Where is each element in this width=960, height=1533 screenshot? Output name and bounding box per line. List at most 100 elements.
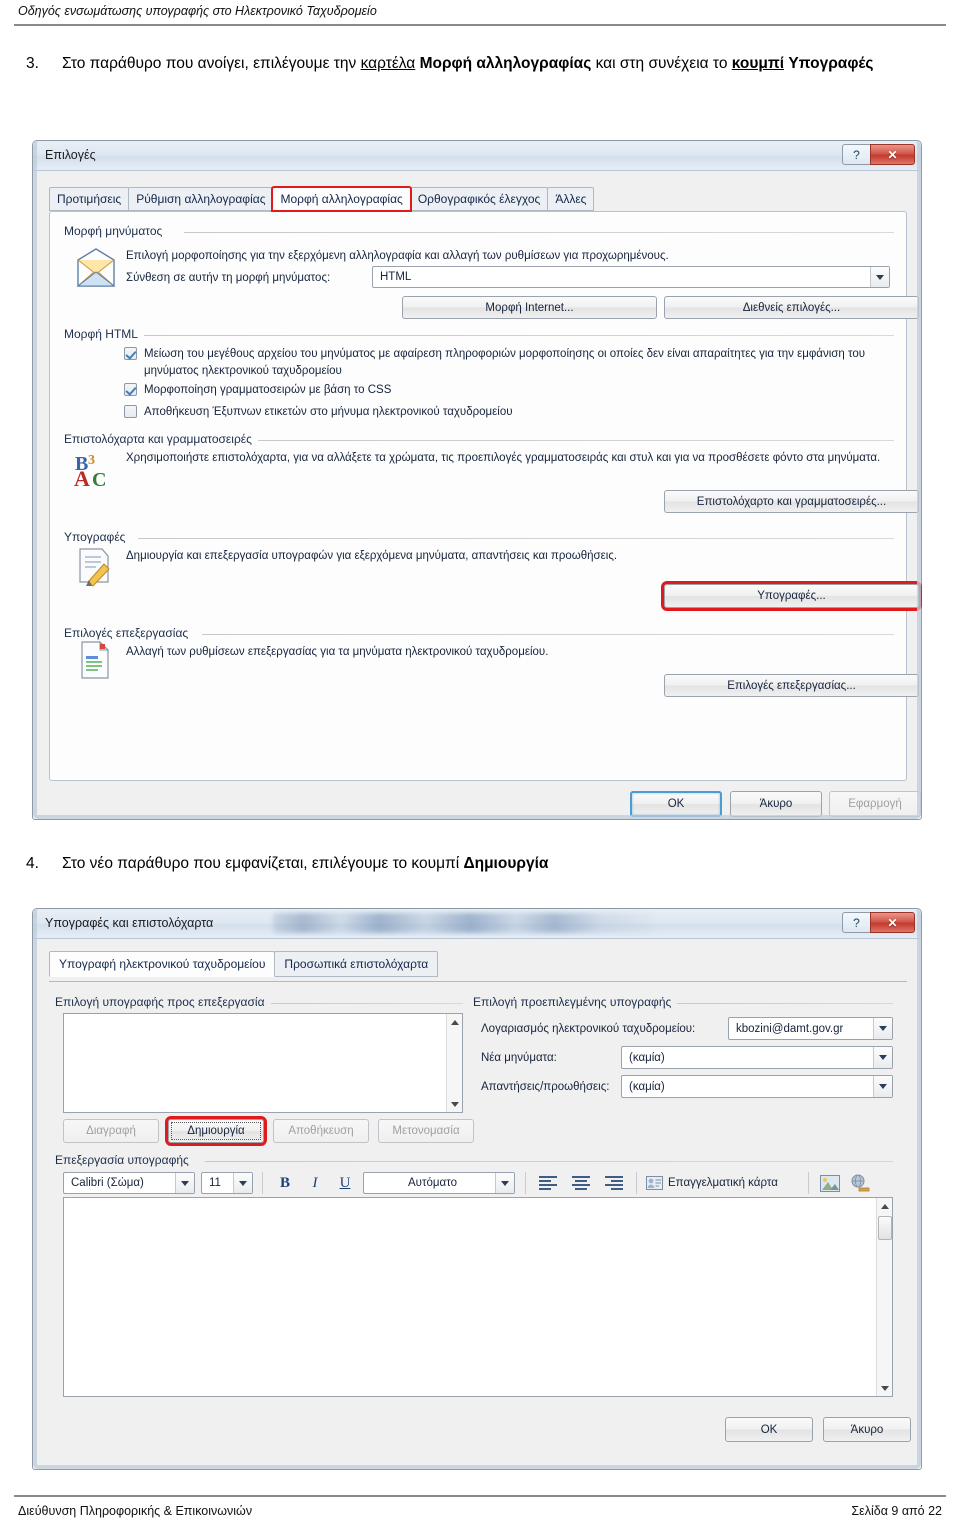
signatures-button-label: Υπογραφές... — [757, 590, 826, 602]
hyperlink-icon[interactable] — [849, 1173, 871, 1193]
tab-email-signature[interactable]: Υπογραφή ηλεκτρονικού ταχυδρομείου — [49, 951, 276, 977]
scroll-up-icon[interactable] — [447, 1014, 463, 1030]
signature-editor[interactable] — [63, 1197, 893, 1397]
picture-icon[interactable] — [819, 1173, 841, 1193]
step-4-number: 4. — [26, 855, 39, 872]
font-family-combo[interactable]: Calibri (Σώμα) — [63, 1172, 195, 1194]
checkbox-smart-tags-label: Αποθήκευση Έξυπνων ετικετών στο μήνυμα η… — [144, 406, 513, 418]
tab-preferences[interactable]: Προτιμήσεις — [49, 187, 130, 211]
svg-text:C: C — [92, 469, 106, 490]
options-cancel-button[interactable]: Άκυρο — [730, 791, 822, 817]
signature-list-scrollbar[interactable] — [446, 1014, 462, 1112]
new-messages-value: (καμία) — [629, 1051, 665, 1064]
default-account-combo[interactable]: kbozini@damt.gov.gr — [728, 1017, 893, 1040]
chevron-down-icon[interactable] — [873, 1076, 892, 1097]
delete-signature-button[interactable]: Διαγραφή — [63, 1119, 159, 1143]
checkbox-css-fonts[interactable] — [124, 383, 137, 396]
signatures-button[interactable]: Υπογραφές... — [661, 581, 922, 611]
chevron-down-icon[interactable] — [873, 1018, 892, 1039]
editor-options-button[interactable]: Επιλογές επεξεργασίας... — [664, 674, 919, 697]
chevron-down-icon[interactable] — [175, 1173, 194, 1193]
chevron-down-icon[interactable] — [495, 1173, 514, 1193]
internet-format-button[interactable]: Μορφή Internet... — [402, 296, 657, 319]
rename-signature-label: Μετονομασία — [392, 1125, 460, 1137]
options-ok-button[interactable]: OK — [630, 791, 722, 817]
international-options-button-label: Διεθνείς επιλογές... — [742, 301, 841, 314]
scroll-thumb[interactable] — [878, 1216, 892, 1240]
options-ok-label: OK — [667, 798, 685, 810]
scroll-down-icon[interactable] — [447, 1096, 463, 1112]
page-running-header: Οδηγός ενσωμάτωσης υπογραφής στο Ηλεκτρο… — [18, 4, 377, 18]
group-message-format-line — [184, 232, 894, 233]
signatures-window-buttons[interactable]: ? ✕ — [842, 912, 915, 933]
signatures-ok-button[interactable]: OK — [725, 1417, 813, 1442]
signatures-tabstrip[interactable]: Υπογραφή ηλεκτρονικού ταχυδρομείου Προσω… — [49, 951, 439, 977]
options-tabstrip[interactable]: Προτιμήσεις Ρύθμιση αλληλογραφίας Μορφή … — [49, 186, 595, 212]
tab-mail-format[interactable]: Μορφή αλληλογραφίας — [271, 186, 412, 212]
mail-format-tab-page: Μορφή μηνύματος Επιλογή μορφοποίησης για… — [49, 211, 922, 781]
font-color-combo[interactable]: Αυτόματο — [363, 1172, 515, 1194]
align-center-icon[interactable] — [570, 1175, 592, 1191]
font-size-value: 11 — [209, 1177, 221, 1189]
toolbar-separator-2 — [525, 1172, 526, 1194]
tab-personal-stationery[interactable]: Προσωπικά επιστολόχαρτα — [274, 951, 439, 977]
message-format-description: Επιλογή μορφοποίησης για την εξερχόμενη … — [126, 250, 669, 262]
new-signature-button[interactable]: Δημιουργία — [165, 1116, 267, 1146]
international-options-button[interactable]: Διεθνείς επιλογές... — [664, 296, 919, 319]
options-dialog-titlebar[interactable]: Επιλογές ? ✕ — [33, 141, 921, 171]
checkbox-smart-tags[interactable] — [124, 405, 137, 418]
signatures-dialog[interactable]: Υπογραφές και επιστολόχαρτα ? ✕ Υπογραφή… — [32, 908, 922, 1470]
align-left-icon[interactable] — [537, 1175, 559, 1191]
underline-label: U — [339, 1174, 351, 1191]
group-stationery: Επιστολόχαρτα και γραμματοσειρές B 3 A C… — [64, 432, 919, 522]
italic-button[interactable]: I — [303, 1172, 327, 1194]
default-account-label: Λογαριασμός ηλεκτρονικού ταχυδρομείου: — [481, 1023, 696, 1035]
help-icon[interactable]: ? — [842, 144, 871, 165]
stationery-fonts-button-label: Επιστολόχαρτο και γραμματοσειρές... — [696, 495, 887, 508]
checkbox-reduce-file-size[interactable] — [124, 347, 137, 360]
signature-editor-scrollbar[interactable] — [876, 1198, 892, 1396]
bold-button[interactable]: B — [273, 1172, 297, 1194]
compose-format-combo[interactable]: HTML — [372, 266, 890, 288]
signatures-dialog-titlebar[interactable]: Υπογραφές και επιστολόχαρτα ? ✕ — [33, 909, 921, 939]
scroll-down-icon[interactable] — [877, 1380, 893, 1396]
step-3: 3. Στο παράθυρο που ανοίγει, επιλέγουμε … — [26, 52, 936, 76]
chevron-down-icon[interactable] — [873, 1047, 892, 1068]
chevron-down-icon[interactable] — [233, 1173, 252, 1193]
rename-signature-button[interactable]: Μετονομασία — [378, 1119, 474, 1143]
help-icon[interactable]: ? — [842, 912, 871, 933]
stationery-fonts-button[interactable]: Επιστολόχαρτο και γραμματοσειρές... — [664, 490, 919, 513]
chevron-down-icon[interactable] — [870, 267, 889, 287]
business-card-button[interactable]: Επαγγελματική κάρτα — [646, 1172, 798, 1194]
replies-forwards-combo[interactable]: (καμία) — [621, 1075, 893, 1098]
footer-left-text: Διεύθυνση Πληροφορικής & Επικοινωνιών — [18, 1504, 253, 1518]
signature-editor-content[interactable] — [70, 1202, 872, 1392]
step-3-part6: κουμπί — [731, 55, 785, 72]
font-size-combo[interactable]: 11 — [201, 1172, 253, 1194]
options-window-buttons[interactable]: ? ✕ — [842, 144, 915, 165]
scroll-up-icon[interactable] — [877, 1198, 893, 1214]
align-right-icon[interactable] — [603, 1175, 625, 1191]
signatures-cancel-button[interactable]: Άκυρο — [823, 1417, 911, 1442]
underline-button[interactable]: U — [333, 1172, 357, 1194]
tab-mail-setup[interactable]: Ρύθμιση αλληλογραφίας — [128, 187, 274, 211]
tab-spelling[interactable]: Ορθογραφικός έλεγχος — [409, 187, 549, 211]
close-icon[interactable]: ✕ — [870, 912, 915, 933]
options-apply-button[interactable]: Εφαρμογή — [829, 791, 921, 817]
new-messages-combo[interactable]: (καμία) — [621, 1046, 893, 1069]
business-card-icon — [646, 1176, 663, 1190]
compose-format-label: Σύνθεση σε αυτήν τη μορφή μηνύματος: — [126, 272, 331, 284]
group-message-format: Μορφή μηνύματος Επιλογή μορφοποίησης για… — [64, 224, 919, 319]
default-account-value: kbozini@damt.gov.gr — [736, 1022, 844, 1035]
tab-email-signature-label: Υπογραφή ηλεκτρονικού ταχυδρομείου — [59, 957, 266, 971]
signature-list[interactable] — [63, 1013, 463, 1113]
save-signature-button[interactable]: Αποθήκευση — [273, 1119, 369, 1143]
group-default-signature-label: Επιλογή προεπιλεγμένης υπογραφής — [473, 995, 678, 1009]
group-select-signature: Επιλογή υπογραφής προς επεξεργασία — [55, 995, 463, 1013]
tab-other[interactable]: Άλλες — [547, 187, 595, 211]
options-dialog[interactable]: Επιλογές ? ✕ Προτιμήσεις Ρύθμιση αλληλογ… — [32, 140, 922, 820]
group-editor-options-label: Επιλογές επεξεργασίας — [64, 626, 195, 640]
close-icon[interactable]: ✕ — [870, 144, 915, 165]
signatures-dialog-title: Υπογραφές και επιστολόχαρτα — [45, 916, 214, 930]
toolbar-separator-1 — [262, 1172, 263, 1194]
